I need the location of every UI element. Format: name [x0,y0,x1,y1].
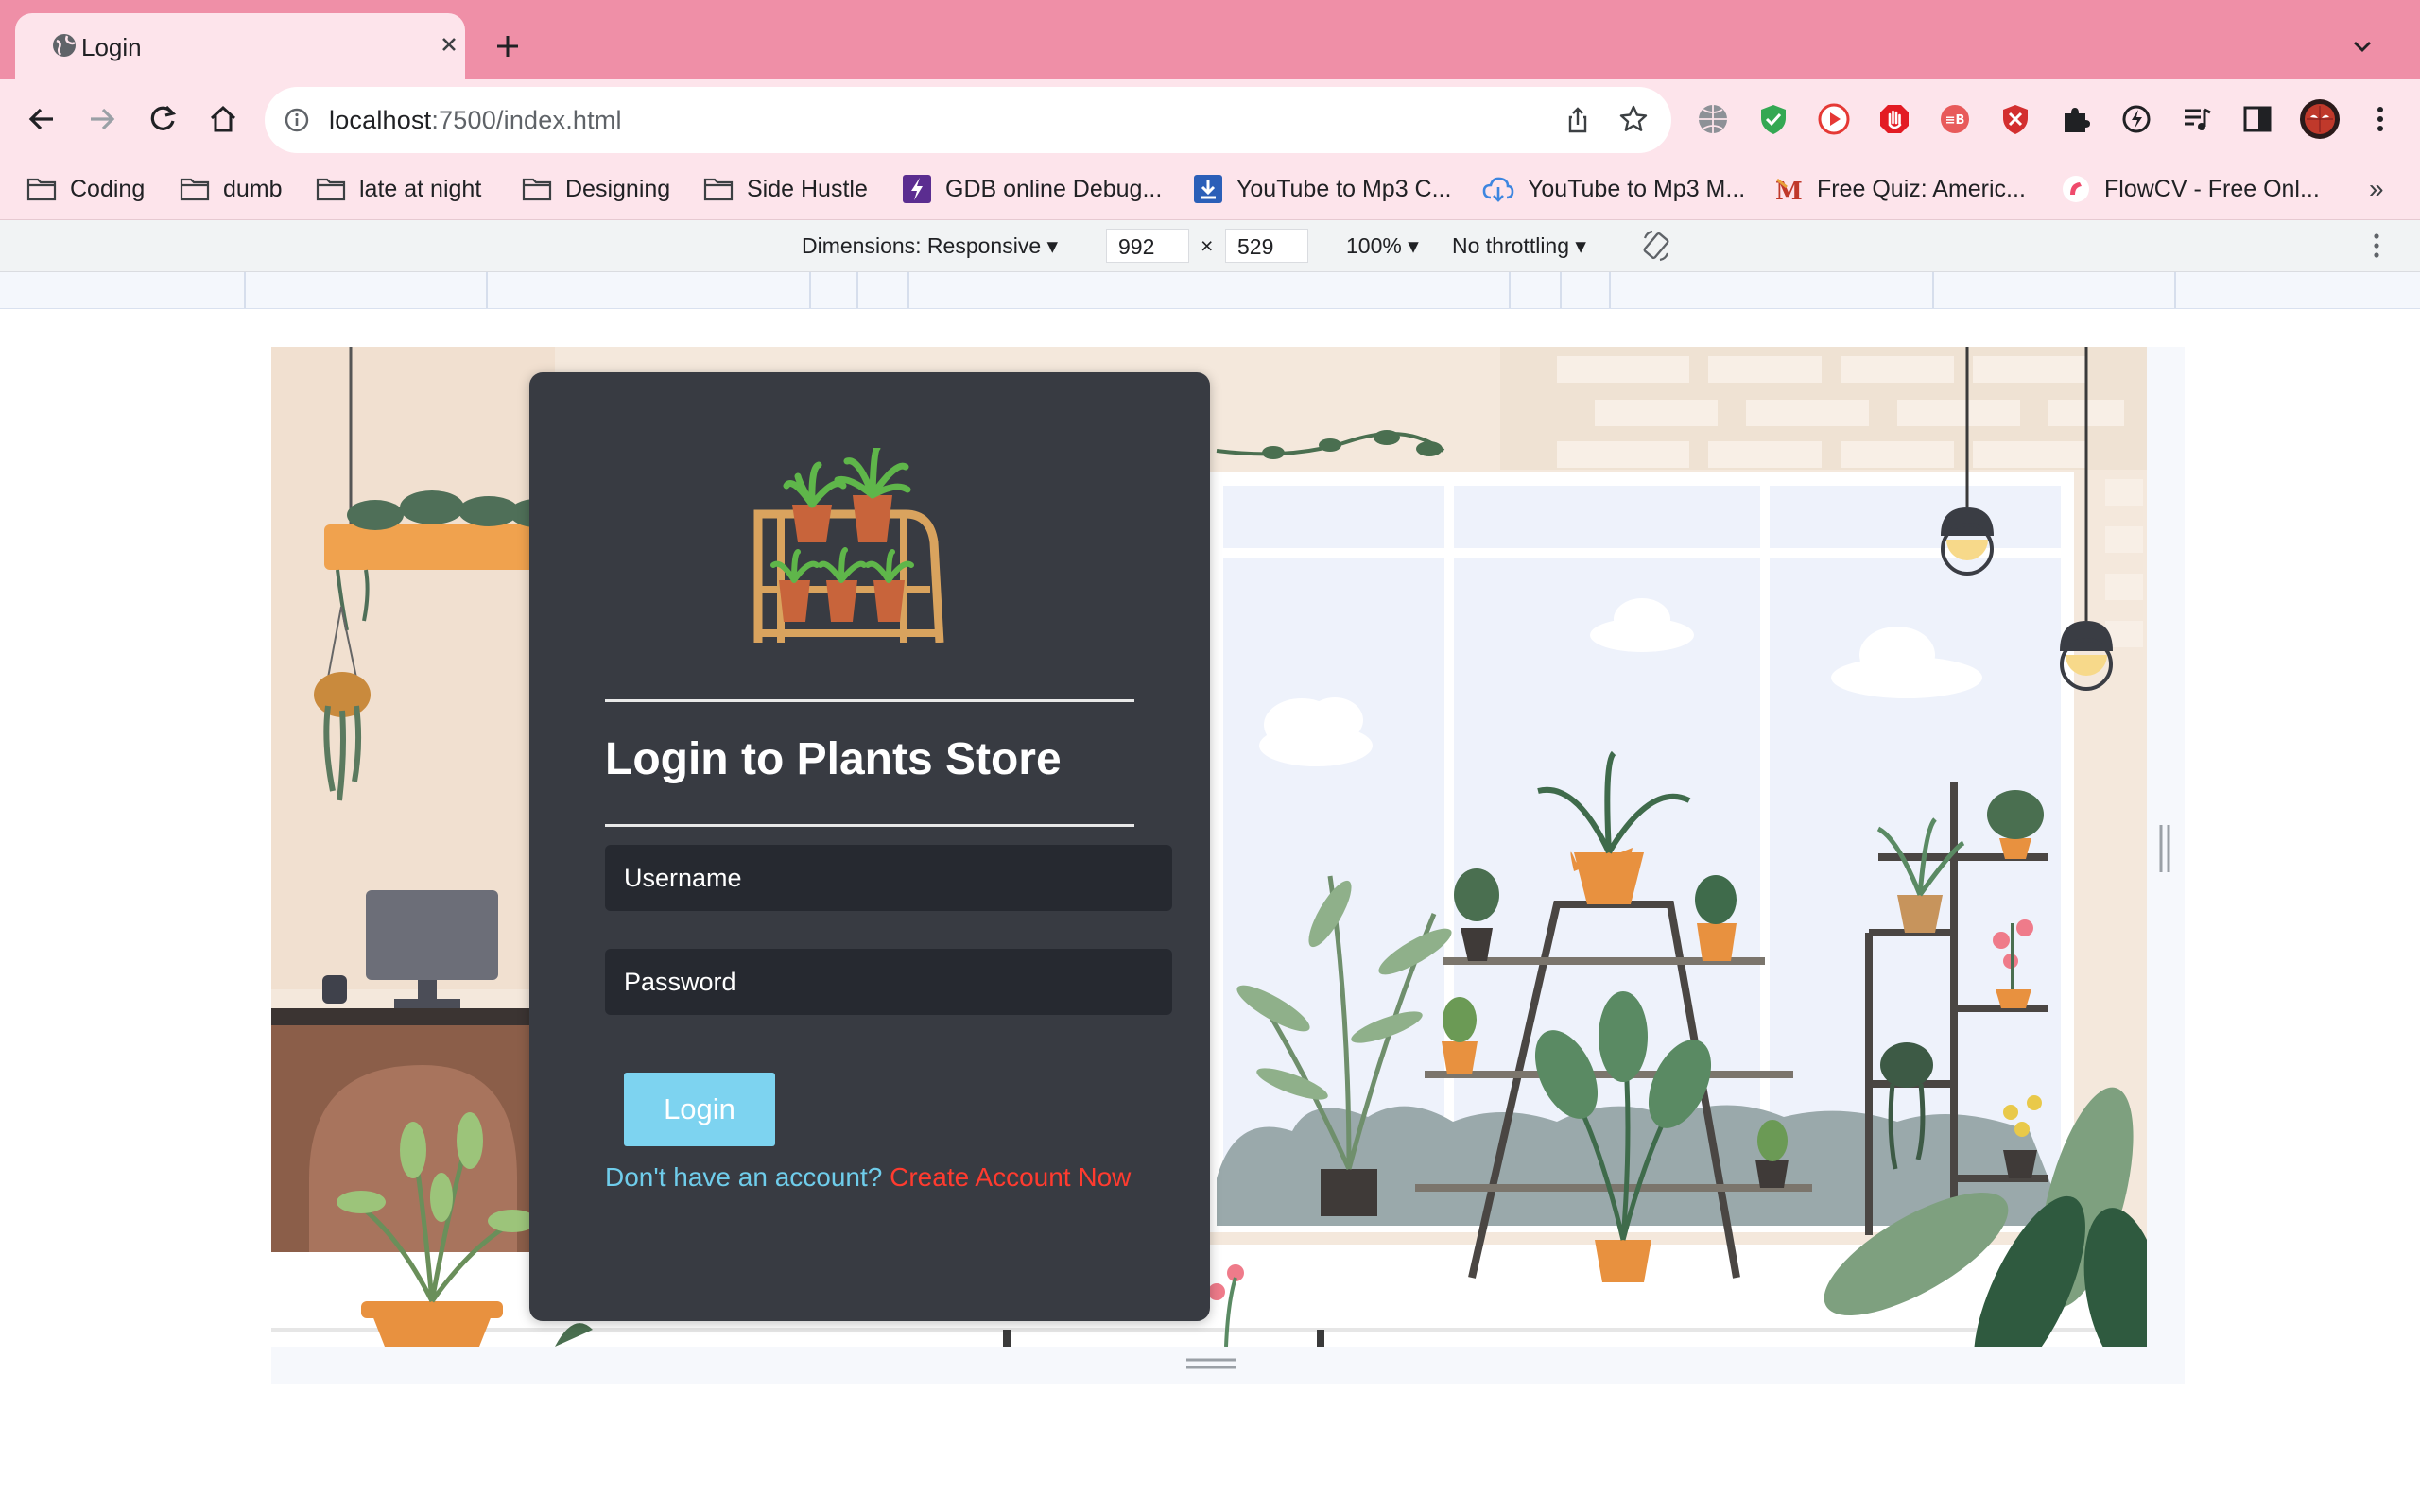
browser-tab[interactable]: Login [15,13,465,79]
folder-icon [316,177,346,201]
globe-icon [51,32,78,59]
bookmark-free-quiz[interactable]: M Free Quiz: Americ... [1773,172,2026,206]
page-title: Login to Plants Store [605,734,1062,784]
quiz-icon: M [1773,174,1804,204]
bookmark-designing[interactable]: Designing [522,172,670,206]
viewport-resize-rail[interactable] [2147,347,2185,1384]
share-icon[interactable] [1564,106,1592,134]
folder-icon [180,177,210,201]
side-panel-icon[interactable] [2240,102,2274,136]
info-icon[interactable] [284,107,310,133]
device-toolbar-more-icon[interactable] [2360,229,2394,263]
rotate-device-icon[interactable] [1639,229,1673,263]
profile-avatar[interactable] [2299,98,2341,140]
download-icon [1193,174,1223,204]
bookmark-flowcv[interactable]: FlowCV - Free Onl... [2061,172,2320,206]
shield-check-icon[interactable] [1756,102,1790,136]
forward-arrow-icon[interactable] [85,102,119,136]
bookmark-gdb[interactable]: GDB online Debug... [902,172,1162,206]
bookmark-late-at-night[interactable]: late at night [316,172,481,206]
performance-bolt-icon[interactable] [2119,102,2153,136]
height-input[interactable]: 529 [1225,229,1308,263]
address-bar[interactable]: localhost:7500/index.html [265,87,1671,153]
new-tab-plus-icon[interactable] [493,32,522,60]
zoom-dropdown[interactable]: 100% ▾ [1346,233,1419,259]
device-toolbar: Dimensions: Responsive ▾ 992 × 529 100% … [0,220,2420,272]
browser-toolbar: localhost:7500/index.html ≡B [0,79,2420,159]
bookmark-side-hustle[interactable]: Side Hustle [703,172,868,206]
flowcv-icon [2061,174,2091,204]
url-text: localhost:7500/index.html [329,106,622,134]
youtube-play-icon[interactable] [1817,102,1851,136]
bookmark-star-icon[interactable] [1618,104,1649,134]
adblock-hand-icon[interactable] [1877,102,1911,136]
cloud-download-icon [1482,175,1514,203]
username-input[interactable] [605,845,1172,911]
bookmark-coding[interactable]: Coding [26,172,145,206]
throttling-dropdown[interactable]: No throttling ▾ [1452,233,1586,259]
dimension-separator: × [1201,233,1214,258]
bookmark-dumb[interactable]: dumb [180,172,283,206]
tab-strip: Login [0,0,2420,79]
back-arrow-icon[interactable] [25,102,59,136]
folder-icon [26,177,57,201]
shield-x-icon[interactable] [1998,102,2032,136]
viewport-bottom-resize-rail[interactable] [271,1347,2185,1384]
media-playlist-icon[interactable] [2180,102,2214,136]
vpn-globe-icon[interactable] [1696,102,1730,136]
width-input[interactable]: 992 [1106,229,1189,263]
plant-shelf-logo [745,448,949,643]
login-button[interactable]: Login [624,1073,775,1146]
extensions-puzzle-icon[interactable] [2059,102,2093,136]
reload-icon[interactable] [146,102,180,136]
login-card: Login to Plants Store Login Don't have a… [529,372,1210,1321]
dropdown-triangle-icon: ▾ [1408,233,1419,258]
bookmarks-bar: Coding dumb late at night Designing Side… [0,159,2420,220]
home-icon[interactable] [206,102,240,136]
chevron-down-icon[interactable] [2350,34,2375,59]
svg-text:≡B: ≡B [1945,113,1965,128]
gdb-icon [902,174,932,204]
folder-icon [703,177,734,201]
folder-icon [522,177,552,201]
dropdown-triangle-icon: ▾ [1046,233,1059,258]
cb-badge-icon[interactable]: ≡B [1938,102,1972,136]
title-divider-bottom [605,824,1134,827]
signup-prompt: Don't have an account? Create Account No… [605,1162,1131,1193]
signup-question: Don't have an account? [605,1162,883,1192]
bookmarks-overflow-chevron-icon[interactable]: » [2369,174,2384,204]
dropdown-triangle-icon: ▾ [1575,233,1586,258]
create-account-link[interactable]: Create Account Now [890,1162,1131,1192]
media-query-bars[interactable] [0,272,2420,309]
bookmark-yt-mp3-c[interactable]: YouTube to Mp3 C... [1193,172,1451,206]
dimensions-dropdown[interactable]: Dimensions: Responsive ▾ [802,233,1058,259]
password-input[interactable] [605,949,1172,1015]
close-icon[interactable] [437,32,461,57]
tab-title: Login [81,33,142,61]
kebab-menu-icon[interactable] [2363,102,2397,136]
title-divider-top [605,699,1134,702]
bookmark-yt-mp3-m[interactable]: YouTube to Mp3 M... [1482,172,1745,206]
